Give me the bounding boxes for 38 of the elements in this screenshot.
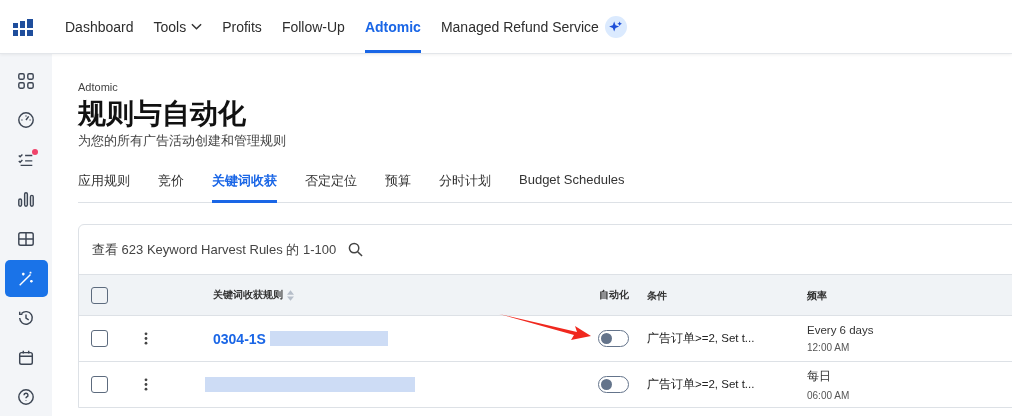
more-icon[interactable] <box>144 332 148 345</box>
page-title: 规则与自动化 <box>78 97 247 131</box>
page-subtitle: 为您的所有广告活动创建和管理规则 <box>78 132 287 150</box>
tab[interactable]: 应用规则 <box>78 164 130 203</box>
column-header: 频率 <box>807 289 827 301</box>
column-header: 条件 <box>647 289 667 301</box>
row-checkbox[interactable] <box>91 376 108 393</box>
condition-text: 广告订单>=2, Set t... <box>647 378 755 390</box>
sparkle-icon[interactable] <box>604 15 627 38</box>
tab[interactable]: 竞价 <box>158 164 184 203</box>
schedule-time: 12:00 AM <box>807 342 851 353</box>
more-icon[interactable] <box>144 378 148 391</box>
column-header: 自动化 <box>599 288 629 302</box>
tab[interactable]: Budget Schedules <box>519 164 625 203</box>
rule-name-link[interactable]: 0304-1S <box>213 330 266 347</box>
tab[interactable]: 否定定位 <box>305 164 357 203</box>
frequency-text: 每日 <box>807 368 832 384</box>
nav-tab[interactable]: Managed Refund Service <box>440 0 599 53</box>
results-summary: 查看 623 Keyword Harvest Rules 的 1-100 <box>92 240 337 259</box>
frequency-text: Every 6 days <box>807 324 875 336</box>
chevron-down-icon[interactable] <box>191 22 203 31</box>
select-all-checkbox[interactable] <box>91 286 108 304</box>
breadcrumb: Adtomic <box>78 81 119 93</box>
tab[interactable]: 关键词收获 <box>212 164 277 203</box>
nav-tab[interactable]: Adtomic <box>364 0 421 53</box>
schedule-time: 06:00 AM <box>807 389 851 401</box>
tab[interactable]: 分时计划 <box>439 164 491 203</box>
logo-icon[interactable] <box>13 16 35 37</box>
nav-tab[interactable]: Dashboard <box>65 0 134 53</box>
nav-tab[interactable]: Follow-Up <box>281 0 345 53</box>
wand-icon[interactable] <box>4 259 48 298</box>
tab[interactable]: 预算 <box>385 164 411 203</box>
nav-tab[interactable]: Tools <box>153 0 203 53</box>
condition-text: 广告订单>=2, Set t... <box>647 332 755 344</box>
nav-tab[interactable]: Profits <box>222 0 262 53</box>
column-header[interactable]: 关键词收获规则 <box>213 288 283 302</box>
search-icon[interactable] <box>348 242 364 257</box>
row-checkbox[interactable] <box>91 330 108 347</box>
